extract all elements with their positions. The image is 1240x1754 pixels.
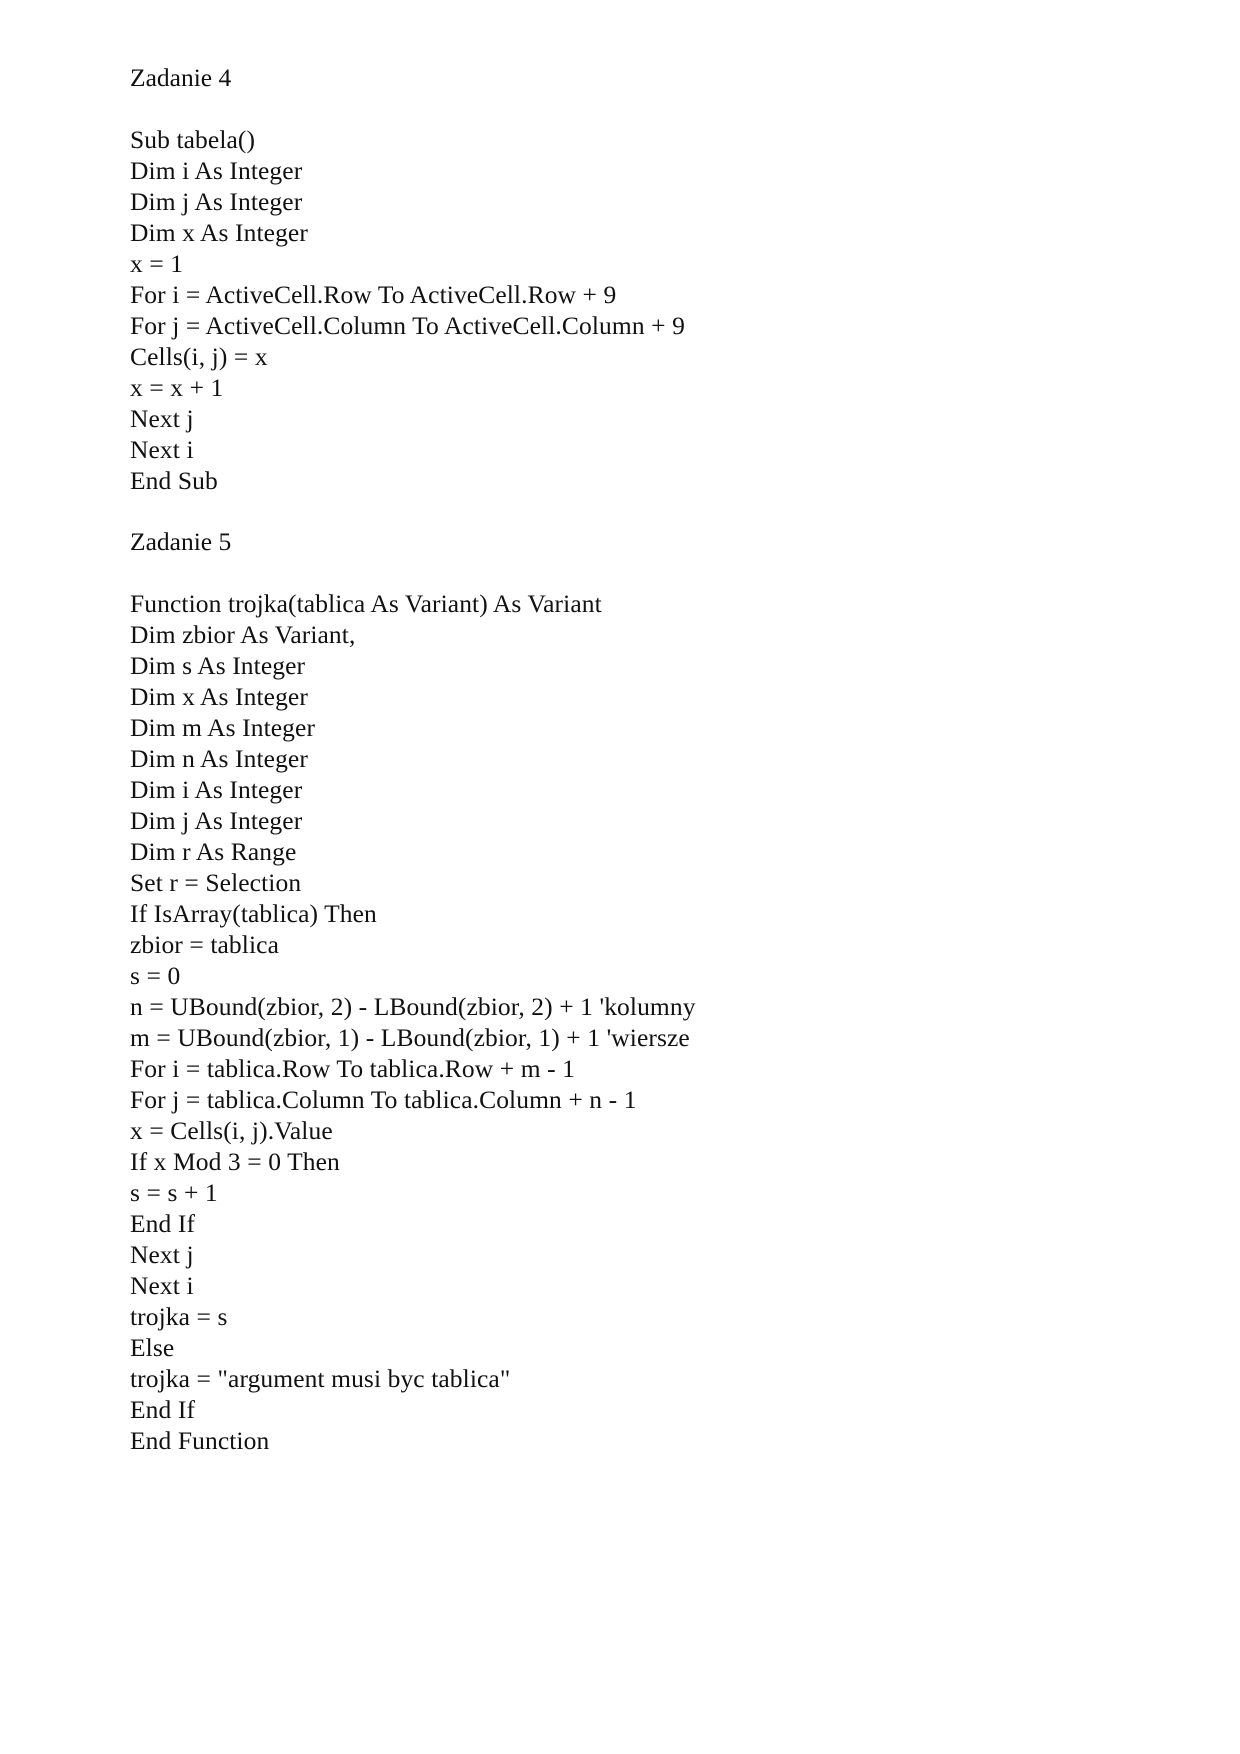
code-line: n = UBound(zbior, 2) - LBound(zbior, 2) … <box>130 992 696 1021</box>
code-line: x = x + 1 <box>130 373 224 402</box>
code-line: Dim x As Integer <box>130 682 308 711</box>
code-line: Dim s As Integer <box>130 651 306 680</box>
code-line: zbior = tablica <box>130 930 279 959</box>
section-heading: Zadanie 4 <box>130 63 232 92</box>
code-line: Function trojka(tablica As Variant) As V… <box>130 589 602 618</box>
code-line: Dim zbior As Variant, <box>130 620 356 649</box>
code-line: If IsArray(tablica) Then <box>130 899 377 928</box>
code-line: For j = tablica.Column To tablica.Column… <box>130 1085 637 1114</box>
code-line: s = s + 1 <box>130 1178 218 1207</box>
code-line: For i = ActiveCell.Row To ActiveCell.Row… <box>130 280 617 309</box>
document-page: Zadanie 4 Sub tabela() Dim i As Integer … <box>0 0 1240 1754</box>
code-line: If x Mod 3 = 0 Then <box>130 1147 340 1176</box>
code-line: Dim n As Integer <box>130 744 308 773</box>
code-line: x = Cells(i, j).Value <box>130 1116 333 1145</box>
code-line: trojka = s <box>130 1302 228 1331</box>
code-line: m = UBound(zbior, 1) - LBound(zbior, 1) … <box>130 1023 690 1052</box>
code-line: End If <box>130 1395 196 1424</box>
code-line: x = 1 <box>130 249 184 278</box>
code-line: End Sub <box>130 466 218 495</box>
code-line: Dim x As Integer <box>130 218 308 247</box>
code-line: End Function <box>130 1426 270 1455</box>
code-line: Sub tabela() <box>130 125 256 154</box>
code-line: Dim r As Range <box>130 837 297 866</box>
code-line: Next i <box>130 1271 194 1300</box>
code-line: Dim m As Integer <box>130 713 316 742</box>
code-line: Next j <box>130 404 194 433</box>
code-line: Dim j As Integer <box>130 806 303 835</box>
code-line: Next j <box>130 1240 194 1269</box>
code-line: For i = tablica.Row To tablica.Row + m -… <box>130 1054 576 1083</box>
code-line: Next i <box>130 435 194 464</box>
document-body: Zadanie 4 Sub tabela() Dim i As Integer … <box>130 62 1130 1456</box>
section-zadanie-4: Zadanie 4 Sub tabela() Dim i As Integer … <box>130 62 1130 496</box>
code-line: Dim j As Integer <box>130 187 303 216</box>
code-line: End If <box>130 1209 196 1238</box>
code-line: Dim i As Integer <box>130 775 303 804</box>
code-line: Set r = Selection <box>130 868 302 897</box>
code-line: trojka = "argument musi byc tablica" <box>130 1364 511 1393</box>
code-line: Else <box>130 1333 175 1362</box>
section-zadanie-5: Zadanie 5 Function trojka(tablica As Var… <box>130 526 1130 1456</box>
code-line: For j = ActiveCell.Column To ActiveCell.… <box>130 311 685 340</box>
code-line: Dim i As Integer <box>130 156 303 185</box>
section-heading: Zadanie 5 <box>130 527 232 556</box>
code-line: s = 0 <box>130 961 181 990</box>
code-line: Cells(i, j) = x <box>130 342 268 371</box>
